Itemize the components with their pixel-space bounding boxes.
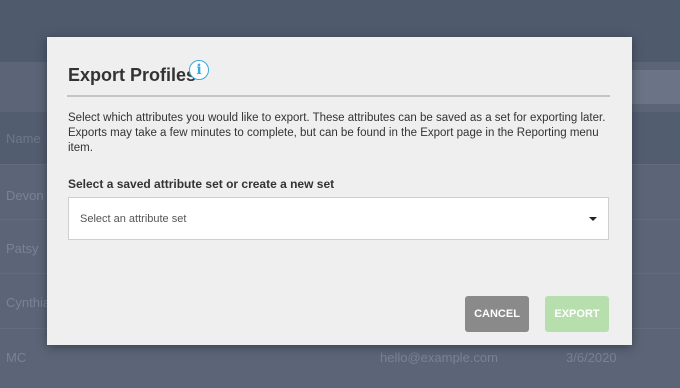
background-filter-control [630,70,680,104]
background-row-name: Patsy [6,241,39,256]
attribute-set-label: Select a saved attribute set or create a… [68,177,335,191]
chevron-down-icon [589,217,597,221]
title-divider [67,95,610,97]
background-row-date: 3/6/2020 [566,350,617,365]
cancel-button[interactable]: CANCEL [465,296,529,332]
info-icon[interactable]: i [189,60,209,80]
attribute-set-select[interactable]: Select an attribute set [68,197,609,240]
modal-title: Export Profiles [68,65,197,85]
background-row-email: hello@example.com [380,350,498,365]
export-profiles-modal: Export Profiles i Select which attribute… [47,37,632,345]
background-header-name: Name [6,131,41,146]
background-row-name: Cynthia [6,295,51,310]
background-row-name: MC [6,350,27,365]
attribute-set-select-value: Select an attribute set [80,213,187,225]
background-row-name: Devon [6,188,44,203]
modal-description: Select which attributes you would like t… [68,112,606,154]
export-button[interactable]: EXPORT [545,296,609,332]
